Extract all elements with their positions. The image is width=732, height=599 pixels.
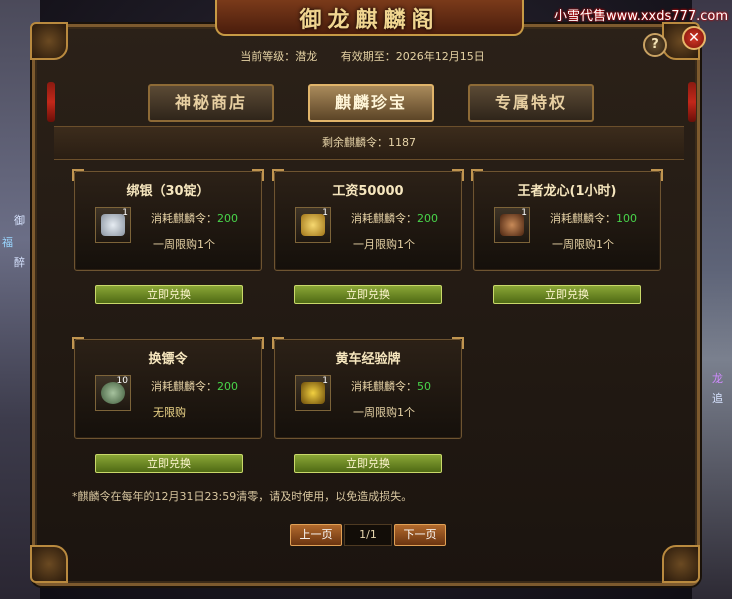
tassel-ornament (47, 82, 55, 122)
item-cost: 消耗麒麟令：50 (351, 380, 431, 393)
item-slot[interactable]: 10 (95, 375, 131, 411)
exchange-button[interactable]: 立即兑换 (493, 285, 641, 304)
item-cost: 消耗麒麟令：100 (550, 212, 637, 225)
item-limit: 一周限购1个 (552, 238, 614, 251)
next-page-button[interactable]: 下一页 (394, 524, 446, 546)
footer-note: *麒麟令在每年的12月31日23:59清零，请及时使用，以免造成损失。 (72, 490, 413, 503)
background-label: 醉 (14, 256, 25, 269)
current-level: 当前等级：潜龙 (240, 50, 318, 63)
watermark-text: 小雪代售www.xxds777.com (554, 9, 728, 24)
exchange-button[interactable]: 立即兑换 (95, 454, 243, 473)
background-label: 龙 (712, 372, 723, 385)
tab-mystery-shop[interactable]: 神秘商店 (148, 84, 274, 122)
item-card: 工资50000 1 消耗麒麟令：200 一月限购1个 (272, 169, 464, 271)
frame-corner-ornament (30, 22, 68, 60)
cost-value: 50 (417, 380, 431, 393)
item-title: 黄车经验牌 (335, 352, 401, 367)
item-cost: 消耗麒麟令：200 (151, 380, 238, 393)
item-title: 绑银（30锭） (126, 184, 210, 199)
item-quantity: 1 (322, 208, 328, 218)
window-title: 御龙麒麟阁 (299, 7, 440, 33)
prev-page-button[interactable]: 上一页 (290, 524, 342, 546)
tab-exclusive-privilege[interactable]: 专属特权 (468, 84, 594, 122)
item-quantity: 1 (322, 376, 328, 386)
item-card: 绑银（30锭） 1 消耗麒麟令：200 一周限购1个 (72, 169, 264, 271)
cost-value: 100 (616, 212, 637, 225)
cost-value: 200 (217, 380, 238, 393)
help-button[interactable]: ? (643, 33, 667, 57)
frame-corner-ornament (662, 545, 700, 583)
item-cost: 消耗麒麟令：200 (351, 212, 438, 225)
item-quantity: 1 (122, 208, 128, 218)
background-label: 追 (712, 392, 723, 405)
exchange-button[interactable]: 立即兑换 (95, 285, 243, 304)
item-card: 黄车经验牌 1 消耗麒麟令：50 一周限购1个 (272, 337, 464, 439)
item-slot[interactable]: 1 (295, 375, 331, 411)
item-cost: 消耗麒麟令：200 (151, 212, 238, 225)
item-title: 工资50000 (332, 184, 404, 199)
cost-value: 200 (417, 212, 438, 225)
item-title: 换镖令 (148, 352, 188, 367)
page-indicator: 1/1 (344, 524, 392, 546)
item-limit: 一月限购1个 (353, 238, 415, 251)
background-label: 御 (14, 214, 25, 227)
item-quantity: 1 (521, 208, 527, 218)
frame-corner-ornament (30, 545, 68, 583)
tab-qilin-treasure[interactable]: 麒麟珍宝 (308, 84, 434, 122)
item-slot[interactable]: 1 (494, 207, 530, 243)
expiry-date: 有效期至：2026年12月15日 (340, 50, 485, 63)
item-limit: 一周限购1个 (353, 406, 415, 419)
item-slot[interactable]: 1 (95, 207, 131, 243)
item-slot[interactable]: 1 (295, 207, 331, 243)
info-row: 当前等级：潜龙 有效期至：2026年12月15日 (90, 48, 635, 64)
tab-bar: 神秘商店 麒麟珍宝 专属特权 (148, 84, 598, 122)
item-card: 王者龙心(1小时) 1 消耗麒麟令：100 一周限购1个 (471, 169, 663, 271)
remaining-tokens: 剩余麒麟令：1187 (54, 126, 684, 160)
background-label: 福 (2, 236, 13, 249)
tassel-ornament (688, 82, 696, 122)
item-limit: 一周限购1个 (153, 238, 215, 251)
item-title: 王者龙心(1小时) (517, 184, 617, 199)
title-banner: 御龙麒麟阁 (215, 0, 524, 36)
item-quantity: 10 (116, 376, 128, 386)
cost-value: 200 (217, 212, 238, 225)
item-limit: 无限购 (153, 406, 186, 419)
exchange-button[interactable]: 立即兑换 (294, 454, 442, 473)
close-button[interactable]: ✕ (682, 26, 706, 50)
exchange-button[interactable]: 立即兑换 (294, 285, 442, 304)
item-card: 换镖令 10 消耗麒麟令：200 无限购 (72, 337, 264, 439)
